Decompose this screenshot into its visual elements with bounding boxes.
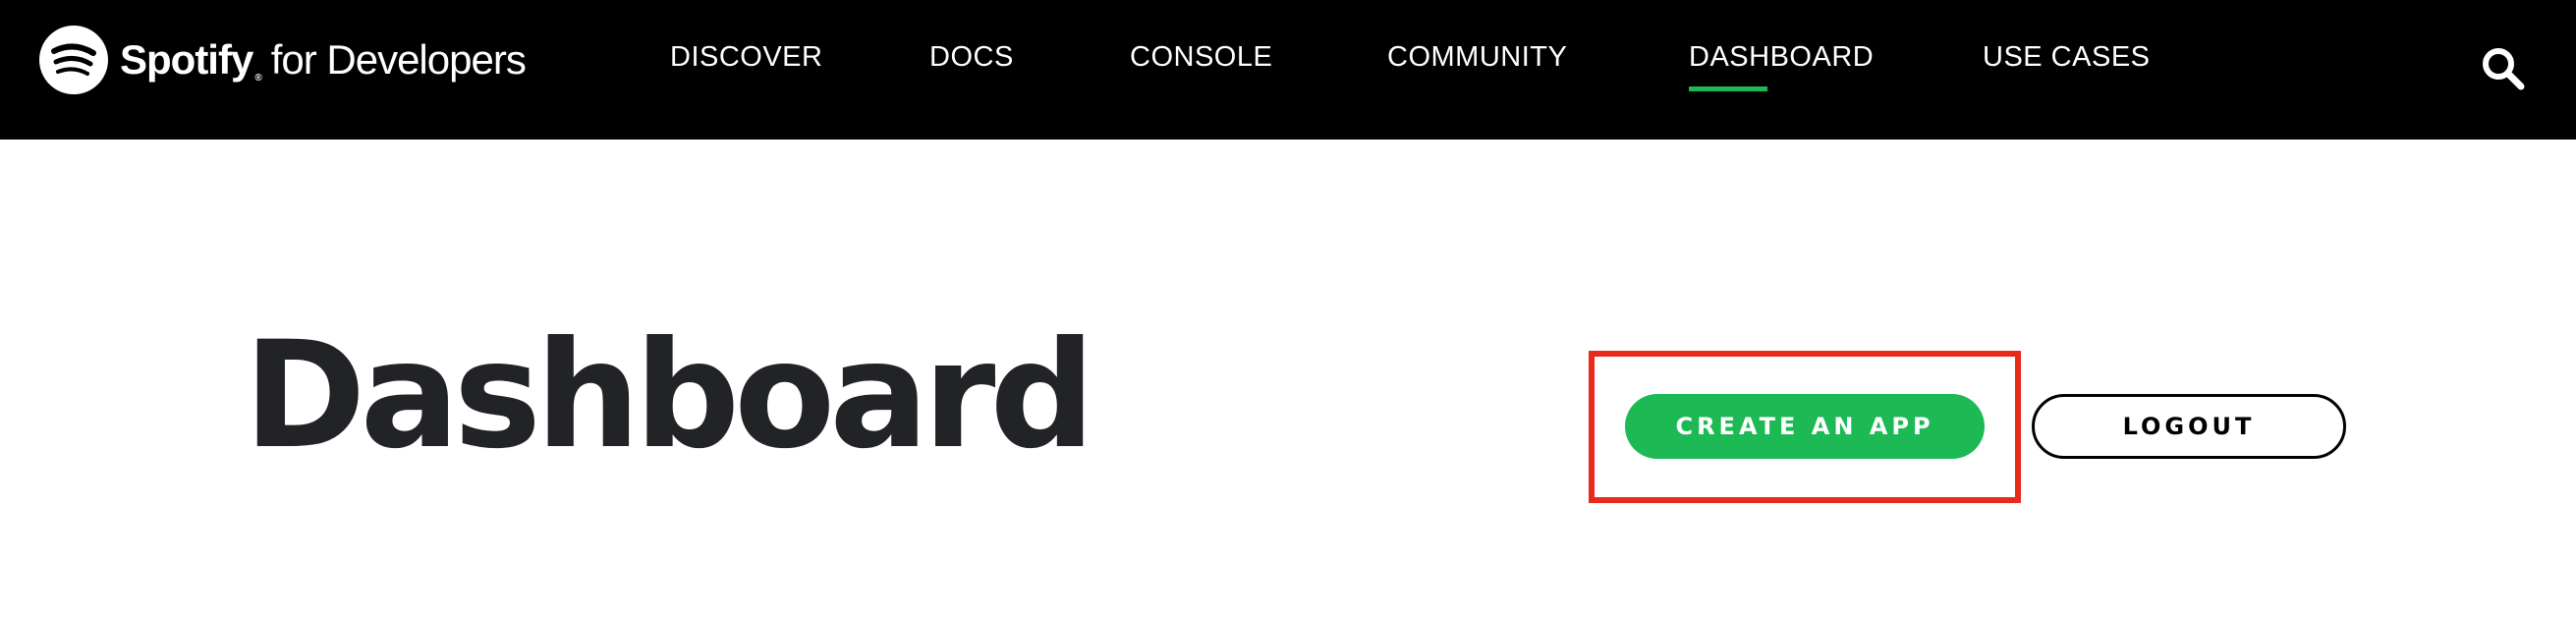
nav-active-indicator [1689,86,1767,91]
page-title: Dashboard [244,310,1095,481]
logo-brand-text: Spotify ® [120,36,262,84]
nav-docs[interactable]: DOCS [929,41,1014,74]
spotify-developers-logo[interactable]: Spotify ® for Developers [39,24,527,96]
nav-community[interactable]: COMMUNITY [1387,41,1567,74]
nav-console[interactable]: CONSOLE [1130,41,1272,74]
logo-registered-mark: ® [254,73,261,84]
spotify-logo-icon [39,26,108,94]
nav-discover[interactable]: DISCOVER [670,41,822,74]
create-app-button[interactable]: CREATE AN APP [1625,394,1985,459]
nav-use-cases[interactable]: USE CASES [1983,41,2151,74]
top-nav-bar: Spotify ® for Developers DISCOVER DOCS CO… [0,0,2576,140]
logo-subtitle-text: for Developers [270,36,527,83]
nav-dashboard[interactable]: DASHBOARD [1689,41,1875,91]
nav-dashboard-label: DASHBOARD [1689,41,1875,73]
logout-button[interactable]: LOGOUT [2032,394,2346,459]
search-icon[interactable] [2480,45,2525,90]
